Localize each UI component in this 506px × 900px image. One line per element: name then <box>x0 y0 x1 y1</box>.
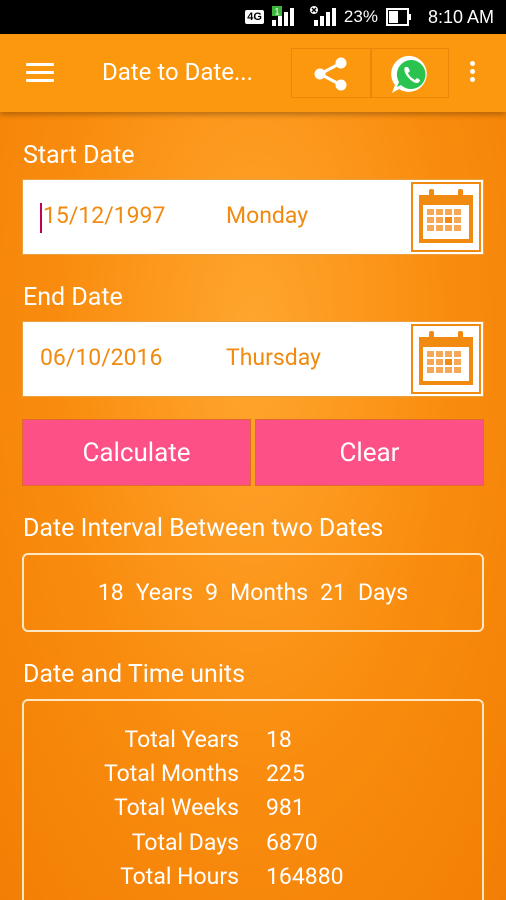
calendar-icon <box>419 189 473 243</box>
interval-months-label: Months <box>230 579 309 606</box>
network-type-badge: 4G <box>245 10 264 24</box>
start-date-label: Start Date <box>23 141 135 170</box>
interval-years-value: 18 <box>97 579 124 606</box>
share-icon <box>314 57 347 91</box>
whatsapp-icon <box>391 55 427 93</box>
end-date-label: End Date <box>23 283 123 312</box>
battery-icon <box>385 8 412 26</box>
start-date-value: 15/12/1997 <box>43 202 166 229</box>
text-caret <box>40 203 42 233</box>
clock: 8:10 AM <box>427 6 494 27</box>
unit-name: Total Hours <box>120 863 239 890</box>
signal-icon: 1 <box>271 6 302 28</box>
start-date-weekday: Monday <box>226 202 309 229</box>
unit-name: Total Months <box>103 760 239 787</box>
interval-label: Date Interval Between two Dates <box>23 514 384 543</box>
calculate-button[interactable]: Calculate <box>22 419 251 486</box>
unit-row: Total Weeks 981 <box>24 794 482 828</box>
share-button[interactable] <box>291 48 371 98</box>
unit-name: Total Days <box>131 829 239 856</box>
end-date-calendar-button[interactable] <box>411 324 481 394</box>
unit-row: Total Months 225 <box>24 760 482 794</box>
units-label: Date and Time units <box>23 660 245 689</box>
sim-badge-text: 1 <box>274 7 279 17</box>
unit-name: Total Years <box>124 726 239 753</box>
app-title: Date to Date... <box>102 58 253 86</box>
units-box: Total Years 18 Total Months 225 Total We… <box>22 699 484 900</box>
app-bar: Date to Date... <box>0 34 506 112</box>
unit-row: Total Hours 164880 <box>24 863 482 897</box>
unit-row: Total Years 18 <box>24 726 482 760</box>
whatsapp-button[interactable] <box>371 48 449 98</box>
clear-button[interactable]: Clear <box>255 419 484 486</box>
unit-value: 981 <box>266 794 305 821</box>
unit-name: Total Weeks <box>113 794 239 821</box>
end-date-value: 06/10/2016 <box>40 344 163 371</box>
hamburger-menu-icon[interactable] <box>26 63 54 83</box>
interval-days-label: Days <box>357 579 409 606</box>
unit-value: 6870 <box>266 829 318 856</box>
start-date-calendar-button[interactable] <box>411 182 481 252</box>
interval-days-value: 21 <box>320 579 346 606</box>
interval-result-box: 18 Years 9 Months 21 Days <box>22 553 484 632</box>
interval-months-value: 9 <box>205 579 219 606</box>
calendar-icon <box>419 331 473 385</box>
end-date-weekday: Thursday <box>226 344 321 371</box>
unit-value: 164880 <box>266 863 344 890</box>
interval-years-label: Years <box>135 579 194 606</box>
unit-value: 225 <box>266 760 305 787</box>
overflow-menu-icon[interactable] <box>470 61 478 87</box>
unit-row: Total Days 6870 <box>24 829 482 863</box>
end-date-field[interactable]: 06/10/2016 Thursday <box>22 321 484 397</box>
unit-value: 18 <box>266 726 292 753</box>
battery-level: 23% <box>343 7 378 26</box>
start-date-field[interactable]: 15/12/1997 Monday <box>22 179 484 255</box>
status-bar: 4G 1 23% 8:10 AM <box>0 0 506 34</box>
signal-no-service-icon <box>309 6 336 28</box>
